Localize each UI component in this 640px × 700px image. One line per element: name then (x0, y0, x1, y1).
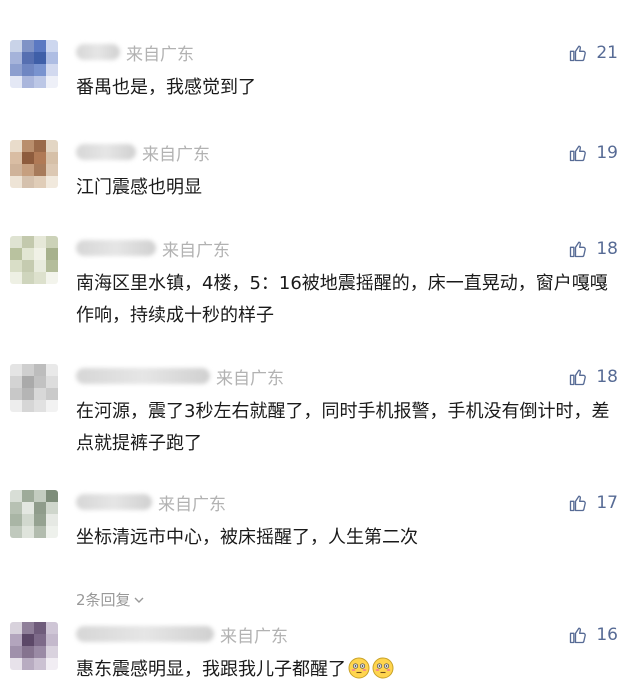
comment-meta: 来自广东 (76, 40, 194, 65)
username-blurred[interactable] (76, 240, 156, 256)
like-button[interactable]: 16 (568, 622, 618, 648)
comment-text-body: 惠东震感明显，我跟我儿子都醒了 (76, 659, 346, 680)
replies-label: 2条回复 (76, 591, 131, 609)
thumbs-up-icon (570, 369, 587, 386)
comment-source: 来自广东 (162, 240, 230, 261)
comment-source: 来自广东 (216, 368, 284, 389)
username-blurred[interactable] (76, 494, 152, 510)
comment-source: 来自广东 (126, 44, 194, 65)
comment-item: 来自广东 16 惠东震感明显，我跟我儿子都醒了 (0, 622, 640, 700)
thumbs-up-icon (570, 145, 587, 162)
thumbs-up-icon (570, 241, 587, 258)
like-count: 21 (596, 43, 618, 63)
chevron-down-icon (134, 597, 144, 603)
like-button[interactable]: 19 (568, 140, 618, 166)
comment-text: 江门震感也明显 (76, 177, 202, 198)
flushed-face-emoji-icon (348, 657, 370, 679)
comment-item: 来自广东 17 坐标清远市中心，被床摇醒了，人生第二次 2条回复 (0, 490, 640, 609)
like-button[interactable]: 21 (568, 40, 618, 66)
comment-source: 来自广东 (220, 626, 288, 647)
comment-item: 来自广东 18 南海区里水镇，4楼，5：16被地震摇醒的，床一直晃动，窗户嘎嘎作… (0, 236, 640, 336)
flushed-face-emoji-icon (372, 657, 394, 679)
comment-text: 惠东震感明显，我跟我儿子都醒了 (76, 654, 616, 686)
view-replies-link[interactable]: 2条回复 (76, 589, 145, 610)
comment-text: 番禺也是，我感觉到了 (76, 77, 256, 98)
avatar[interactable] (10, 490, 58, 538)
like-button[interactable]: 17 (568, 490, 618, 516)
like-button[interactable]: 18 (568, 236, 618, 262)
comment-item: 来自广东 18 在河源，震了3秒左右就醒了，同时手机报警，手机没有倒计时，差点就… (0, 364, 640, 464)
thumbs-up-icon (570, 495, 587, 512)
comment-source: 来自广东 (158, 494, 226, 515)
comment-source: 来自广东 (142, 144, 210, 165)
avatar[interactable] (10, 236, 58, 284)
username-blurred[interactable] (76, 626, 214, 642)
comment-meta: 来自广东 (76, 364, 284, 389)
thumbs-up-icon (570, 627, 587, 644)
like-count: 18 (596, 367, 618, 387)
avatar[interactable] (10, 40, 58, 88)
comment-meta: 来自广东 (76, 490, 226, 515)
comment-text: 南海区里水镇，4楼，5：16被地震摇醒的，床一直晃动，窗户嘎嘎作响，持续成十秒的… (76, 273, 608, 326)
username-blurred[interactable] (76, 44, 120, 60)
like-count: 19 (596, 143, 618, 163)
avatar[interactable] (10, 364, 58, 412)
username-blurred[interactable] (76, 368, 210, 384)
comment-feed: 来自广东 21 番禺也是，我感觉到了 来自广东 19 江门震感也明显 来自广东 … (0, 0, 640, 700)
avatar[interactable] (10, 622, 58, 670)
comment-item: 来自广东 19 江门震感也明显 (0, 140, 640, 220)
comment-meta: 来自广东 (76, 140, 210, 165)
avatar[interactable] (10, 140, 58, 188)
username-blurred[interactable] (76, 144, 136, 160)
comment-meta: 来自广东 (76, 236, 230, 261)
thumbs-up-icon (570, 45, 587, 62)
comment-meta: 来自广东 (76, 622, 288, 647)
like-count: 16 (596, 625, 618, 645)
like-count: 18 (596, 239, 618, 259)
comment-text: 坐标清远市中心，被床摇醒了，人生第二次 (76, 527, 418, 548)
comment-text: 在河源，震了3秒左右就醒了，同时手机报警，手机没有倒计时，差点就提裤子跑了 (76, 401, 610, 454)
like-button[interactable]: 18 (568, 364, 618, 390)
like-count: 17 (596, 493, 618, 513)
comment-item: 来自广东 21 番禺也是，我感觉到了 (0, 40, 640, 120)
